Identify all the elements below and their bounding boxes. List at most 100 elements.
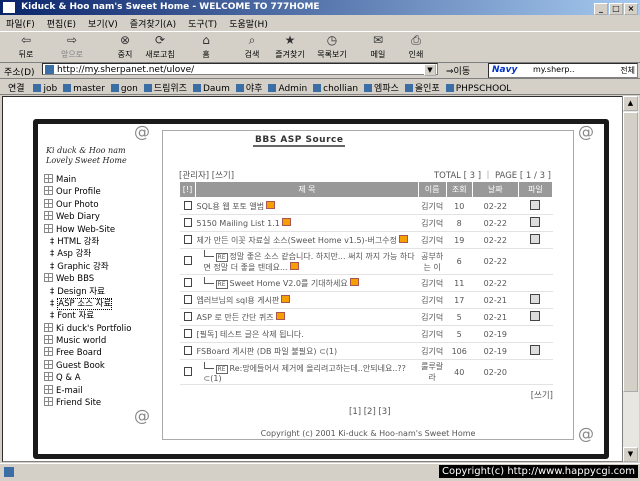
post-title[interactable]: RE Re:망에들어서 제거에 올리려고하는데..안되네요..?? ⊂(1)	[195, 359, 419, 385]
go-button[interactable]: ⇒이동	[446, 64, 470, 77]
nav-item[interactable]: ‡ Graphic 강좌	[44, 261, 154, 273]
post-author: 김기덕	[418, 197, 447, 215]
post-title[interactable]: FSBoard 게시판 (DB 파일 불필요) ⊂(1)	[195, 342, 419, 360]
nav-item[interactable]: Main	[44, 174, 154, 186]
link-item[interactable]: Admin	[268, 82, 307, 94]
post-title[interactable]: [필독] 테스트 글은 삭제 됩니다.	[195, 325, 419, 343]
nav-item[interactable]: Web Diary	[44, 211, 154, 223]
nav-item[interactable]: Free Board	[44, 347, 154, 359]
toolbar-button-2[interactable]: ⊗ 중지	[105, 34, 145, 60]
write-link[interactable]: [쓰기]	[212, 171, 234, 181]
pagination[interactable]: [1] [2] [3]	[349, 407, 391, 417]
table-row[interactable]: RE 정말 좋은 소스 같습니다. 하지만... 써치 까지 가능 하다면 정말 …	[179, 248, 553, 275]
post-title[interactable]: RE 정말 좋은 소스 같습니다. 하지만... 써치 까지 가능 하다면 정말 …	[195, 248, 419, 275]
table-row[interactable]: 제가 만든 이꼿 자료실 소스(Sweet Home v1.5)-버그수정 김기덕…	[179, 231, 553, 249]
grid-bullet-icon	[44, 223, 53, 233]
link-item[interactable]: master	[63, 82, 105, 94]
post-title[interactable]: SQL용 웹 포토 앨범	[195, 197, 419, 215]
address-input[interactable]: http://my.sherpanet.net/ulove/ ▼	[42, 63, 438, 76]
table-row[interactable]: 5150 Mailing List 1.1 김기덕 8 02-22	[179, 214, 553, 232]
toolbar-button-0[interactable]: ⇦ 뒤로	[6, 34, 46, 60]
document-icon	[183, 277, 192, 287]
attachment-icon[interactable]	[530, 200, 541, 210]
admin-link[interactable]: [관리자]	[179, 171, 209, 181]
table-row[interactable]: ASP 로 만든 간단 퀴즈 김기덕 5 02-21	[179, 308, 553, 326]
vertical-scrollbar[interactable]: ▲ ▼	[622, 96, 639, 462]
attachment-icon[interactable]	[530, 217, 541, 227]
link-item[interactable]: 드림위즈	[143, 79, 187, 94]
post-date: 02-20	[472, 359, 519, 385]
toolbar-button-5[interactable]: ⌕ 검색	[232, 34, 272, 60]
link-item[interactable]: 야후	[235, 79, 262, 94]
minimize-button[interactable]: _	[594, 3, 608, 15]
attachment-icon[interactable]	[530, 311, 541, 321]
toolbar-button-label: 목록보기	[317, 50, 347, 59]
link-item[interactable]: 엠파스	[364, 79, 399, 94]
post-title[interactable]: 5150 Mailing List 1.1	[195, 214, 419, 232]
navy-search-input[interactable]: my.sherp..	[533, 65, 575, 74]
toolbar-button-8[interactable]: ✉ 메일	[358, 34, 398, 60]
nav-item[interactable]: ‡ Font 자료	[44, 310, 154, 322]
toolbar-button-6[interactable]: ★ 즐겨찾기	[270, 34, 310, 60]
nav-item[interactable]: E-mail	[44, 384, 154, 397]
nav-item[interactable]: Ki duck's Portfolio	[44, 322, 154, 335]
reply-arrow-icon	[203, 361, 214, 369]
link-page-icon	[235, 84, 244, 92]
write-link-bottom[interactable]: [쓰기]	[531, 389, 553, 401]
link-item[interactable]: gon	[110, 82, 138, 94]
scroll-thumb[interactable]	[623, 112, 638, 392]
menu-favorites[interactable]: 즐겨찾기(A)	[124, 15, 182, 32]
toolbar-button-3[interactable]: ⟳ 새로고침	[140, 34, 180, 60]
nav-item[interactable]: Guest Book	[44, 359, 154, 372]
menu-edit[interactable]: 편집(E)	[41, 15, 82, 32]
home-icon: ⌂	[202, 33, 210, 47]
toolbar-button-9[interactable]: ⎙ 인쇄	[396, 34, 436, 60]
nav-item[interactable]: Our Profile	[44, 186, 154, 198]
close-button[interactable]: ×	[624, 3, 638, 15]
nav-item[interactable]: ‡ ASP 소스 자료	[44, 297, 154, 310]
navy-scope[interactable]: 전체	[620, 65, 635, 76]
link-item[interactable]: chollian	[313, 82, 358, 94]
nav-item[interactable]: Friend Site	[44, 397, 154, 409]
attachment-icon[interactable]	[530, 234, 541, 244]
nav-item[interactable]: ‡ Design 자료	[44, 286, 154, 298]
post-title[interactable]: 엡러브님의 sql용 게시판	[195, 291, 419, 309]
nav-item[interactable]: Q & A	[44, 372, 154, 384]
nav-item[interactable]: ‡ HTML 강좌	[44, 236, 154, 248]
attachment-icon[interactable]	[530, 294, 541, 304]
attachment-icon[interactable]	[530, 345, 541, 355]
title-bar[interactable]: Kiduck & Hoo nam's Sweet Home - WELCOME …	[0, 0, 640, 15]
table-row[interactable]: [필독] 테스트 글은 삭제 됩니다. 김기덕 5 02-19	[179, 325, 553, 343]
maximize-button[interactable]: □	[609, 3, 623, 15]
table-row[interactable]: 엡러브님의 sql용 게시판 김기덕 17 02-21	[179, 291, 553, 309]
link-item[interactable]: PHPSCHOOL	[445, 82, 511, 94]
nav-item[interactable]: How Web-Site	[44, 223, 154, 236]
table-row[interactable]: SQL용 웹 포토 앨범 김기덕 10 02-22	[179, 197, 553, 215]
link-item[interactable]: 올인포	[404, 79, 440, 94]
nav-item[interactable]: ‡ Asp 강좌	[44, 248, 154, 260]
menu-tools[interactable]: 도구(T)	[182, 15, 223, 32]
navy-search-box[interactable]: Navy my.sherp.. 전체	[488, 63, 638, 78]
table-row[interactable]: RE Re:망에들어서 제거에 올리려고하는데..안되네요..?? ⊂(1) 룰루랄…	[179, 359, 553, 385]
post-title[interactable]: ASP 로 만든 간단 퀴즈	[195, 308, 419, 326]
nav-item[interactable]: Our Photo	[44, 198, 154, 211]
link-item[interactable]: Daum	[192, 82, 230, 94]
nav-item[interactable]: Web BBS	[44, 273, 154, 285]
menu-file[interactable]: 파일(F)	[0, 15, 41, 32]
menu-help[interactable]: 도움말(H)	[223, 15, 274, 32]
table-row[interactable]: FSBoard 게시판 (DB 파일 불필요) ⊂(1) 김기덕 106 02-19	[179, 342, 553, 360]
toolbar-button-7[interactable]: ◷ 목록보기	[312, 34, 352, 60]
toolbar-button-1[interactable]: ⇨ 앞으로	[52, 34, 92, 60]
status-bar: Copyright(c) http://www.happycgi.com	[0, 463, 640, 481]
link-item[interactable]: job	[33, 82, 57, 94]
nav-item[interactable]: Music world	[44, 335, 154, 347]
scroll-down-icon[interactable]: ▼	[623, 447, 638, 462]
post-views: 5	[446, 308, 473, 326]
scroll-up-icon[interactable]: ▲	[623, 96, 638, 111]
table-row[interactable]: RE Sweet Home V2.0를 기대하세요 김기덕 11 02-22	[179, 274, 553, 292]
menu-view[interactable]: 보기(V)	[82, 15, 124, 32]
post-title[interactable]: 제가 만든 이꼿 자료실 소스(Sweet Home v1.5)-버그수정	[195, 231, 419, 249]
address-dropdown-icon[interactable]: ▼	[424, 64, 436, 76]
post-title[interactable]: RE Sweet Home V2.0를 기대하세요	[195, 274, 419, 292]
toolbar-button-4[interactable]: ⌂ 홈	[186, 34, 226, 60]
